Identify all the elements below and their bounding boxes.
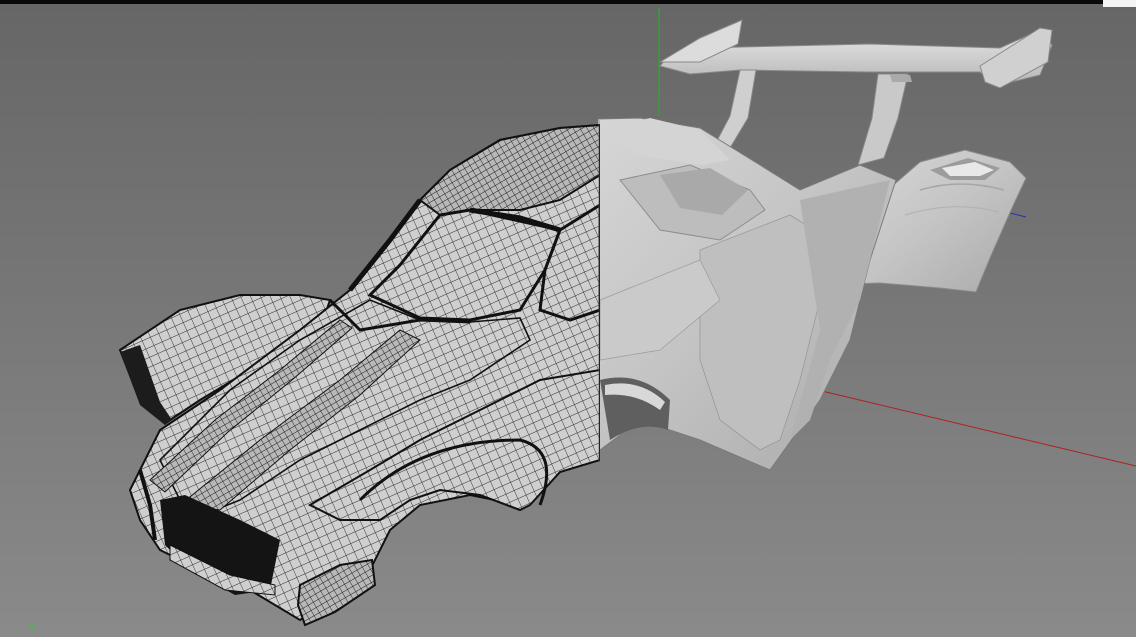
viewport-corner-tab[interactable] <box>1103 0 1136 7</box>
axis-gizmo-y-label: Y <box>29 623 36 634</box>
3d-viewport[interactable]: Y <box>0 0 1136 637</box>
viewport-scene[interactable] <box>0 0 1136 637</box>
viewport-top-border <box>0 0 1136 4</box>
